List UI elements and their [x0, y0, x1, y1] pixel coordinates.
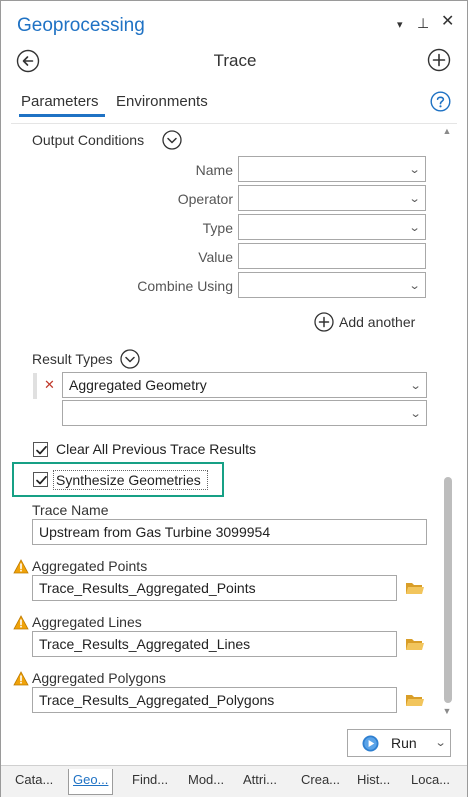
- tab-attributes[interactable]: Attri...: [239, 769, 281, 795]
- result-types-label: Result Types: [32, 351, 113, 367]
- tab-locate[interactable]: Loca...: [407, 769, 454, 795]
- tool-title: Trace: [213, 51, 257, 70]
- chevron-down-icon: ⌄: [408, 280, 421, 292]
- bottom-pane-tabs: Cata... Geo... Find... Mod... Attri... C…: [1, 765, 467, 797]
- type-dropdown[interactable]: ⌄: [238, 214, 426, 240]
- browse-folder-icon[interactable]: [405, 636, 425, 652]
- aggregated-polygons-label: Aggregated Polygons: [32, 670, 166, 686]
- aggregated-points-value: Trace_Results_Aggregated_Points: [39, 580, 256, 596]
- warning-icon: [13, 559, 29, 574]
- trace-name-input[interactable]: Upstream from Gas Turbine 3099954: [32, 519, 427, 545]
- tab-modify[interactable]: Mod...: [184, 769, 228, 795]
- warning-icon: [13, 671, 29, 686]
- remove-result-type-icon[interactable]: ✕: [44, 377, 55, 393]
- output-conditions-collapse-icon[interactable]: [162, 130, 182, 150]
- result-type-row-marker: [33, 373, 37, 399]
- tab-history[interactable]: Hist...: [353, 769, 394, 795]
- chevron-down-icon[interactable]: ⌄: [435, 736, 447, 749]
- combine-using-label: Combine Using: [137, 278, 233, 294]
- pin-icon[interactable]: ⊥: [417, 15, 429, 31]
- browse-folder-icon[interactable]: [405, 580, 425, 596]
- result-types-collapse-icon[interactable]: [120, 349, 140, 369]
- warning-icon: [13, 615, 29, 630]
- tab-catalog[interactable]: Cata...: [11, 769, 57, 795]
- operator-dropdown[interactable]: ⌄: [238, 185, 426, 211]
- add-another-button[interactable]: Add another: [339, 314, 415, 330]
- chevron-down-icon: ⌄: [408, 222, 421, 234]
- scroll-down-icon[interactable]: ▼: [441, 705, 453, 717]
- value-input[interactable]: [238, 243, 426, 269]
- tab-environments[interactable]: Environments: [116, 93, 208, 110]
- aggregated-lines-value: Trace_Results_Aggregated_Lines: [39, 636, 251, 652]
- tab-find[interactable]: Find...: [128, 769, 172, 795]
- name-dropdown[interactable]: ⌄: [238, 156, 426, 182]
- trace-name-label: Trace Name: [32, 502, 109, 518]
- run-button[interactable]: Run ⌄: [347, 729, 451, 757]
- chevron-down-icon: ⌄: [408, 164, 421, 176]
- tab-geoprocessing[interactable]: Geo...: [68, 769, 114, 795]
- pane-title: Geoprocessing: [17, 15, 145, 36]
- scrollbar-thumb[interactable]: [444, 477, 452, 703]
- play-icon: [362, 735, 379, 752]
- result-type-empty-dropdown[interactable]: ⌄: [62, 400, 427, 426]
- value-label: Value: [198, 249, 233, 265]
- active-tab-indicator: [19, 114, 105, 117]
- pane-titlebar: Geoprocessing ▾ ⊥ ✕: [1, 1, 467, 41]
- output-conditions-label: Output Conditions: [32, 132, 145, 148]
- type-label: Type: [202, 220, 233, 236]
- add-plus-icon[interactable]: [427, 48, 451, 72]
- clear-previous-checkbox[interactable]: [33, 442, 48, 457]
- browse-folder-icon[interactable]: [405, 692, 425, 708]
- aggregated-points-label: Aggregated Points: [32, 558, 148, 574]
- pane-menu-icon[interactable]: ▾: [397, 17, 403, 33]
- synthesize-geometries-checkbox[interactable]: [33, 472, 48, 487]
- aggregated-points-input[interactable]: Trace_Results_Aggregated_Points: [32, 575, 397, 601]
- aggregated-polygons-value: Trace_Results_Aggregated_Polygons: [39, 692, 275, 708]
- result-type-value: Aggregated Geometry: [69, 377, 207, 393]
- clear-previous-label: Clear All Previous Trace Results: [56, 441, 256, 457]
- add-another-plus-icon[interactable]: [314, 312, 334, 335]
- tab-parameters[interactable]: Parameters: [21, 93, 99, 110]
- operator-label: Operator: [177, 191, 233, 207]
- geoprocessing-pane: Geoprocessing ▾ ⊥ ✕ Trace Parameters Env…: [0, 0, 468, 797]
- chevron-down-icon: ⌄: [409, 408, 422, 420]
- scroll-up-icon[interactable]: ▲: [441, 125, 453, 137]
- name-label: Name: [195, 162, 233, 178]
- aggregated-polygons-input[interactable]: Trace_Results_Aggregated_Polygons: [32, 687, 397, 713]
- help-icon[interactable]: [430, 91, 451, 112]
- trace-name-value: Upstream from Gas Turbine 3099954: [39, 524, 271, 540]
- close-icon[interactable]: ✕: [441, 14, 454, 30]
- result-type-dropdown[interactable]: Aggregated Geometry ⌄: [62, 372, 427, 398]
- tab-create[interactable]: Crea...: [297, 769, 344, 795]
- synthesize-geometries-label: Synthesize Geometries: [56, 472, 201, 488]
- aggregated-lines-input[interactable]: Trace_Results_Aggregated_Lines: [32, 631, 397, 657]
- chevron-down-icon: ⌄: [409, 380, 422, 392]
- chevron-down-icon: ⌄: [408, 193, 421, 205]
- aggregated-lines-label: Aggregated Lines: [32, 614, 142, 630]
- run-label: Run: [391, 735, 417, 751]
- combine-using-dropdown[interactable]: ⌄: [238, 272, 426, 298]
